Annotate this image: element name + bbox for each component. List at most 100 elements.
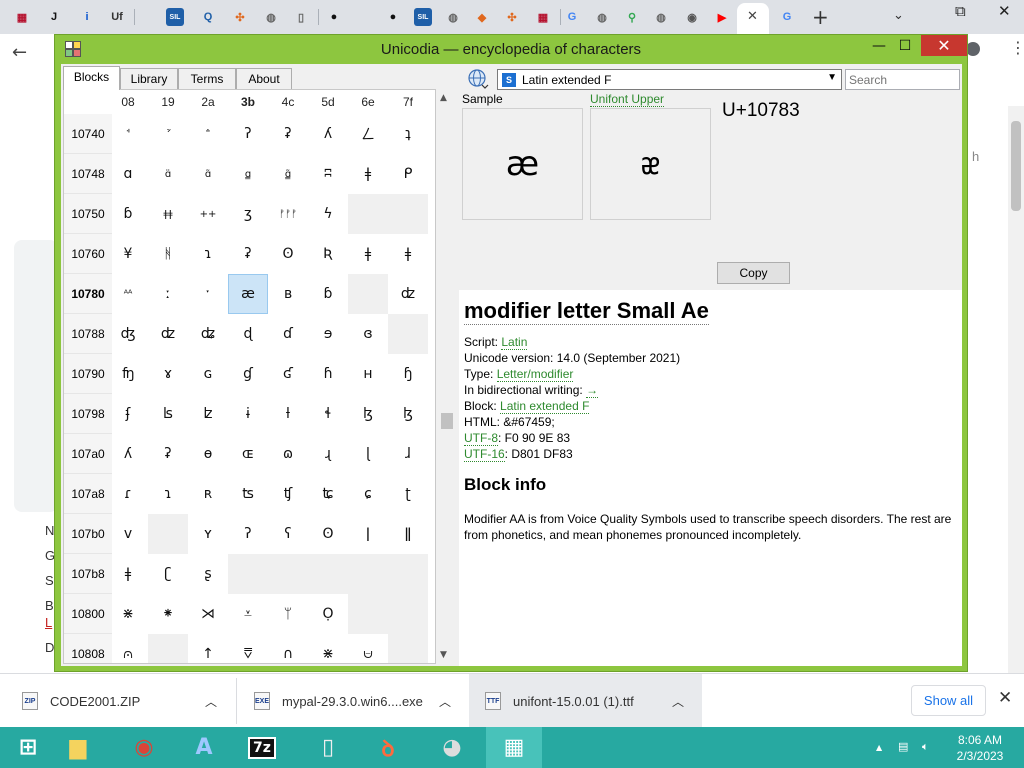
grid-scroll-thumb[interactable] (441, 413, 453, 429)
close-downloads-icon[interactable]: ✕ (998, 688, 1012, 708)
tab-icon-19[interactable]: ⚲ (623, 8, 641, 26)
char-cell[interactable]: ɮ (388, 394, 428, 434)
window-title-bar[interactable]: Unicodia — encyclopedia of characters — … (55, 35, 967, 63)
char-cell[interactable]: ʔ (228, 114, 268, 154)
char-cell[interactable]: ɖ (228, 314, 268, 354)
char-cell[interactable]: ɶ (228, 434, 268, 474)
char-cell[interactable]: ꜘ (148, 114, 188, 154)
char-cell[interactable]: ɠ (228, 354, 268, 394)
download-item-3[interactable]: TTF unifont-15.0.01 (1).ttf (469, 674, 702, 728)
char-cell[interactable]: ϟ (308, 194, 348, 234)
char-cell[interactable]: ɕ (348, 474, 388, 514)
char-cell[interactable]: ʦ (228, 474, 268, 514)
char-cell[interactable]: ɺ (388, 434, 428, 474)
grid-scrollbar[interactable]: ▲ ▼ (438, 91, 454, 664)
char-cell[interactable]: ɭ (348, 434, 388, 474)
char-cell[interactable]: ʗ (148, 554, 188, 594)
char-cell[interactable]: ɷ (268, 434, 308, 474)
tab-icon-14[interactable]: ◆ (473, 8, 491, 26)
char-cell[interactable]: ǂ (348, 234, 388, 274)
char-cell[interactable]: ʎ (108, 434, 148, 474)
char-cell[interactable]: ʔ (228, 514, 268, 554)
tab-icon-22[interactable]: ▶ (713, 8, 731, 26)
block-select[interactable]: S Latin extended F ▼ (497, 69, 842, 90)
tab-icon-13[interactable]: ◍ (444, 8, 462, 26)
minimize-button[interactable]: — (867, 35, 891, 57)
profile-avatar-icon[interactable] (966, 42, 980, 56)
char-cell[interactable]: ʡ (228, 234, 268, 274)
char-cell[interactable]: ʫ (188, 394, 228, 434)
char-cell[interactable]: ˑ (188, 274, 228, 314)
7zip-taskbar-icon[interactable]: 7z (234, 727, 290, 768)
char-cell[interactable]: ᚻ (148, 234, 188, 274)
char-cell[interactable]: ɿ (188, 234, 228, 274)
char-cell[interactable]: ɞ (348, 314, 388, 354)
download-3-menu-chevron-icon[interactable]: ︿ (672, 693, 684, 710)
download-item-2[interactable]: EXE mypal-29.3.0.win6....exe (237, 674, 468, 728)
char-cell[interactable]: ɑ̃ (188, 154, 228, 194)
char-cell[interactable]: ɧ (388, 354, 428, 394)
tray-expand-arrow-icon[interactable]: ▲ (876, 743, 882, 752)
tab-blocks[interactable]: Blocks (63, 66, 120, 90)
tab-icon-16[interactable]: ▦ (534, 8, 552, 26)
char-cell[interactable]: ʘ (308, 514, 348, 554)
char-cell[interactable]: ʨ (308, 474, 348, 514)
char-cell[interactable]: ᴠ (108, 514, 148, 554)
font-app-taskbar-icon[interactable]: A (176, 727, 232, 768)
char-cell[interactable]: ɑ̈ (148, 154, 188, 194)
page-scroll-thumb[interactable] (1011, 121, 1021, 211)
char-cell[interactable]: ⩁ (348, 634, 388, 663)
scroll-down-arrow-icon[interactable]: ▼ (440, 650, 447, 660)
char-cell[interactable]: ⩀ (108, 634, 148, 663)
tab-icon-15[interactable]: ✣ (503, 8, 521, 26)
tab-icon-5[interactable]: SIL (166, 8, 184, 26)
char-cell[interactable]: ɑ̳̃ (268, 154, 308, 194)
char-cell[interactable]: ǁ (388, 514, 428, 554)
start-button[interactable]: ⊞ (0, 727, 56, 768)
char-cell[interactable]: ʜ (348, 354, 388, 394)
browser-restore-icon[interactable]: ⧉ (955, 2, 966, 20)
network-icon[interactable]: ▤ (898, 740, 908, 753)
tab-terms[interactable]: Terms (178, 68, 236, 89)
char-cell[interactable]: ʭ (308, 154, 348, 194)
char-cell[interactable]: ʣ (388, 274, 428, 314)
char-cell[interactable]: ʤ (108, 314, 148, 354)
tab-icon-3[interactable]: i (78, 8, 96, 26)
char-cell[interactable]: ǂ (388, 234, 428, 274)
char-cell[interactable]: ʂ (188, 554, 228, 594)
tab-icon-2[interactable]: J (45, 8, 63, 26)
char-cell[interactable]: ʇ (388, 114, 428, 154)
char-cell[interactable]: ⋇ (108, 594, 148, 634)
tab-library[interactable]: Library (120, 68, 178, 89)
char-cell[interactable]: ǂǂ (148, 194, 188, 234)
info-key-link[interactable]: UTF-8 (464, 431, 498, 446)
info-value-link[interactable]: Latin extended F (500, 399, 590, 414)
char-cell[interactable]: ɮ (348, 394, 388, 434)
download-1-menu-chevron-icon[interactable]: ︿ (205, 693, 217, 710)
unifont-upper-link[interactable]: Unifont Upper (590, 92, 665, 107)
volume-icon[interactable]: 🔈︎ (922, 740, 929, 754)
char-cell[interactable]: ǂ (108, 554, 148, 594)
download-2-menu-chevron-icon[interactable]: ︿ (439, 693, 451, 710)
char-cell[interactable]: ʙ (268, 274, 308, 314)
tab-icon-9[interactable]: ▯ (292, 8, 310, 26)
google-tab-icon[interactable]: G (778, 8, 796, 26)
download-item-1[interactable]: ZIP CODE2001.ZIP (0, 674, 236, 728)
char-cell[interactable]: ɿ (148, 474, 188, 514)
character-grid[interactable]: 10740ꜗꜘꜙʔʡʎㄥʇ10748ɑɑ̈ɑ̃ɑ̳ɑ̳̃ʭǂᑭ10750ɓǂǂ+… (64, 114, 436, 663)
char-cell[interactable]: ꜙ (188, 114, 228, 154)
char-cell[interactable]: ɢ (188, 354, 228, 394)
char-cell[interactable]: ʛ (268, 354, 308, 394)
back-arrow-icon[interactable]: ← (12, 42, 27, 63)
raccoon-taskbar-icon[interactable]: ◕ (424, 727, 480, 768)
tab-icon-12[interactable]: SIL (414, 8, 432, 26)
char-cell[interactable]: ʈ (388, 474, 428, 514)
close-window-button[interactable]: ✕ (921, 35, 967, 56)
char-cell[interactable]: ㄥ (348, 114, 388, 154)
char-cell[interactable]: ɬ (308, 394, 348, 434)
char-cell[interactable]: ⋇ (308, 634, 348, 663)
file-explorer-taskbar-icon[interactable]: ▆ (50, 727, 106, 768)
char-cell[interactable]: ɨ (228, 394, 268, 434)
char-cell[interactable]: ᛘ (268, 594, 308, 634)
char-cell[interactable]: ↑ (188, 634, 228, 663)
